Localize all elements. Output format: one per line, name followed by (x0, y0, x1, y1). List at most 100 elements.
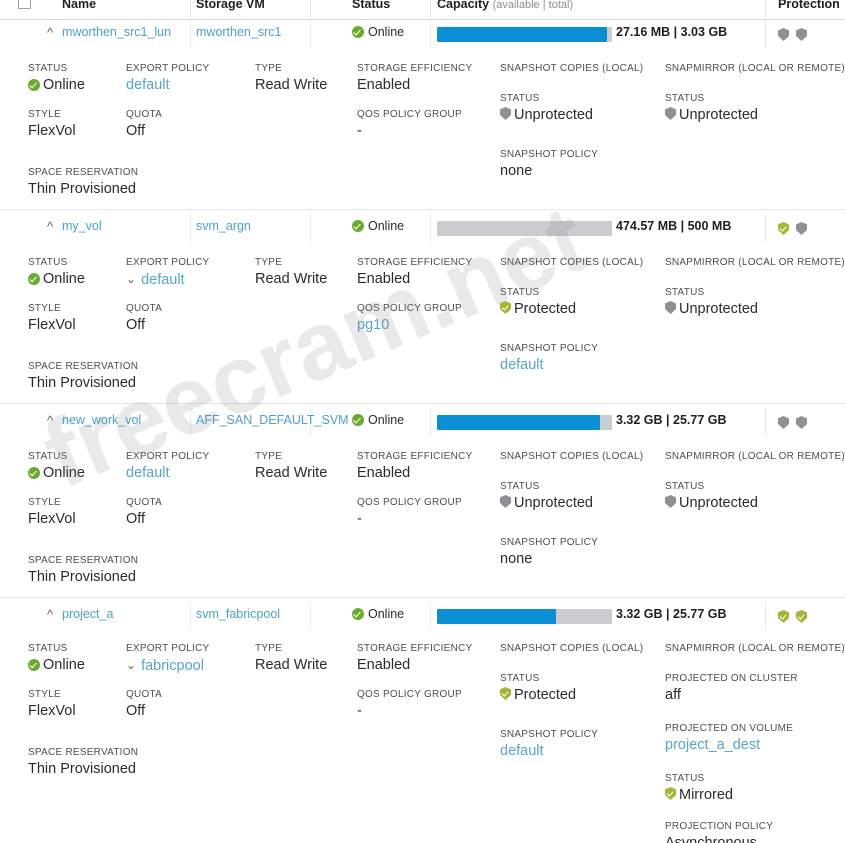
chevron-up-icon[interactable]: ^ (44, 220, 56, 233)
detail-label-export-policy: EXPORT POLICY (126, 63, 210, 74)
detail-value-space-reservation: Thin Provisioned (28, 181, 136, 197)
detail-value-qos-policy-group: - (357, 123, 362, 139)
online-icon (28, 273, 40, 285)
row-divider (190, 408, 191, 436)
chevron-up-icon[interactable]: ^ (44, 414, 56, 427)
detail-value-space-reservation: Thin Provisioned (28, 375, 136, 391)
protection-icons (778, 414, 814, 432)
detail-label-style: STYLE (28, 497, 61, 508)
column-header-name[interactable]: Name (62, 0, 96, 19)
detail-value-style: FlexVol (28, 703, 76, 719)
detail-label-quota: QUOTA (126, 689, 163, 700)
shield-icon (665, 301, 676, 314)
protection-local-shield-icon (778, 610, 789, 623)
detail-label-quota: QUOTA (126, 303, 163, 314)
chevron-up-icon[interactable]: ^ (44, 26, 56, 39)
shield-icon (500, 495, 511, 508)
detail-label-storage-efficiency: STORAGE EFFICIENCY (357, 643, 473, 654)
shield-icon (500, 301, 511, 314)
capacity-label: 474.57 MB | 500 MB (616, 219, 732, 233)
volume-name-link[interactable]: new_work_vol (62, 413, 141, 427)
detail-label-export-policy: EXPORT POLICY (126, 451, 210, 462)
detail-value-projected-on-cluster: aff (665, 687, 681, 703)
detail-label-snapshot-copies: SNAPSHOT COPIES (LOCAL) (500, 63, 644, 74)
row-divider (430, 20, 431, 48)
detail-value-style: FlexVol (28, 123, 76, 139)
detail-value-qos-policy-group: - (357, 703, 362, 719)
shield-icon (500, 687, 511, 700)
detail-value-storage-efficiency: Enabled (357, 465, 411, 481)
detail-value-qos-policy-group[interactable]: pg10 (357, 316, 462, 335)
detail-value-export-policy[interactable]: ⌄ fabricpool (126, 656, 209, 676)
storage-vm-link[interactable]: svm_fabricpool (196, 607, 280, 621)
chevron-up-icon[interactable]: ^ (44, 608, 56, 621)
detail-value-snapshot-status: Unprotected (500, 494, 593, 513)
storage-vm-link[interactable]: mworthen_src1 (196, 25, 281, 39)
detail-label-type: TYPE (255, 451, 283, 462)
detail-value-status: Online (28, 656, 85, 675)
table-row[interactable]: ^ project_a svm_fabricpool Online 3.32 G… (0, 598, 845, 634)
detail-value-snapmirror-status: Mirrored (665, 786, 733, 805)
detail-label-qos-policy-group: QOS POLICY GROUP (357, 303, 462, 314)
online-icon (352, 608, 364, 620)
volumes-table-view: Name Storage VM Status Capacity (availab… (0, 0, 845, 843)
capacity-bar-fill (437, 27, 607, 42)
detail-label-snapmirror: SNAPMIRROR (LOCAL OR REMOTE) (665, 643, 845, 654)
detail-value-export-policy[interactable]: ⌄ default (126, 270, 209, 290)
table-row[interactable]: ^ mworthen_src1_lun mworthen_src1 Online… (0, 16, 845, 52)
storage-vm-link[interactable]: svm_argn (196, 219, 251, 233)
detail-label-projection-policy: PROJECTION POLICY (665, 821, 774, 832)
detail-value-status: Online (28, 76, 85, 95)
detail-label-snapshot-copies: SNAPSHOT COPIES (LOCAL) (500, 451, 644, 462)
detail-value-export-policy[interactable]: default (126, 464, 209, 483)
detail-value-snapmirror-status: Unprotected (665, 494, 758, 513)
detail-value-snapshot-policy[interactable]: default (500, 356, 598, 375)
online-icon (352, 26, 364, 38)
protection-remote-shield-icon (796, 28, 807, 41)
table-header: Name Storage VM Status Capacity (availab… (0, 0, 845, 20)
detail-label-status: STATUS (28, 643, 68, 654)
column-header-status[interactable]: Status (352, 0, 390, 19)
volume-name-link[interactable]: mworthen_src1_lun (62, 25, 171, 39)
detail-value-snapshot-policy: none (500, 163, 533, 179)
protection-icons (778, 220, 814, 238)
volume-name-link[interactable]: my_vol (62, 219, 102, 233)
header-divider (310, 0, 311, 17)
shield-icon (665, 787, 676, 800)
detail-label-projected-on-volume: PROJECTED ON VOLUME (665, 723, 794, 734)
detail-label-snapshot-policy: SNAPSHOT POLICY (500, 729, 599, 740)
volume-name-link[interactable]: project_a (62, 607, 113, 621)
table-row[interactable]: ^ new_work_vol AFF_SAN_DEFAULT_SVM Onlin… (0, 404, 845, 440)
detail-value-projected-on-volume[interactable]: project_a_dest (665, 736, 793, 755)
detail-label-quota: QUOTA (126, 109, 163, 120)
capacity-label: 27.16 MB | 3.03 GB (616, 25, 728, 39)
protection-local-shield-icon (778, 416, 789, 429)
status-label: Online (368, 607, 405, 621)
protection-icons (778, 608, 814, 626)
column-header-capacity[interactable]: Capacity (available | total) (437, 0, 573, 19)
detail-value-storage-efficiency: Enabled (357, 77, 411, 93)
table-row[interactable]: ^ my_vol svm_argn Online 474.57 MB | 500… (0, 210, 845, 246)
row-divider (430, 602, 431, 630)
row-divider (765, 602, 766, 630)
detail-value-export-policy[interactable]: default (126, 76, 209, 95)
detail-label-snapmirror: SNAPMIRROR (LOCAL OR REMOTE) (665, 257, 845, 268)
header-divider (765, 0, 766, 17)
column-header-protection[interactable]: Protection (778, 0, 840, 19)
column-header-storage-vm[interactable]: Storage VM (196, 0, 265, 19)
detail-value-space-reservation: Thin Provisioned (28, 569, 136, 585)
select-all-checkbox[interactable] (18, 0, 31, 9)
capacity-bar (437, 27, 612, 42)
detail-value-snapmirror-status: Unprotected (665, 106, 758, 125)
detail-label-type: TYPE (255, 63, 283, 74)
capacity-bar (437, 415, 612, 430)
detail-label-qos-policy-group: QOS POLICY GROUP (357, 497, 462, 508)
detail-value-snapshot-policy[interactable]: default (500, 742, 598, 761)
detail-label-projected-on-cluster: PROJECTED ON CLUSTER (665, 673, 798, 684)
chevron-down-icon[interactable]: ⌄ (126, 656, 136, 675)
detail-value-snapshot-status: Protected (500, 300, 576, 319)
detail-label-qos-policy-group: QOS POLICY GROUP (357, 689, 462, 700)
storage-vm-link[interactable]: AFF_SAN_DEFAULT_SVM (196, 413, 349, 427)
status-badge: Online (352, 219, 404, 233)
chevron-down-icon[interactable]: ⌄ (126, 270, 136, 289)
